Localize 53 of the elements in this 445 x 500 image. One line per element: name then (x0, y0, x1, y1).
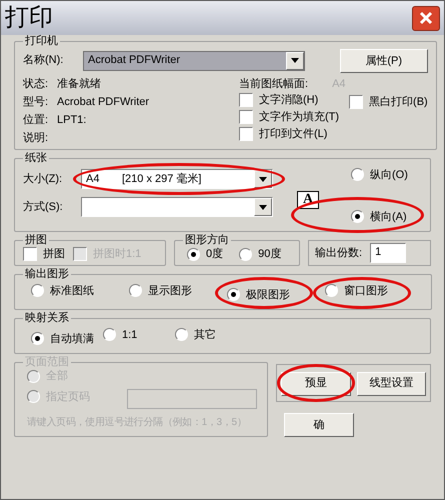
radio-button[interactable]: 其它 (175, 328, 216, 342)
radio-button[interactable]: 极限图形 (227, 288, 290, 302)
radio-button[interactable]: 自动填满 (31, 332, 94, 346)
paper-size-dropdown[interactable]: A4 [210 x 297 毫米] (81, 169, 273, 190)
window-title: 打印 (5, 6, 53, 30)
radio-button[interactable]: 90度 (239, 247, 282, 262)
checkbox[interactable]: 打印到文件(L) (239, 127, 340, 142)
caret-icon (259, 204, 267, 210)
group-title: 输出图形 (24, 268, 70, 282)
radio-button[interactable]: 显示图形 (129, 284, 192, 298)
caret-icon (291, 58, 299, 64)
dialog-button[interactable]: 确 (284, 412, 354, 437)
dialog-button[interactable]: 线型设置 (356, 372, 426, 396)
dropdown-value: Acrobat PDFWriter (88, 53, 180, 68)
radio-button[interactable]: 0度 (187, 247, 224, 262)
dropdown-button[interactable] (254, 198, 272, 216)
info-label: 状态: (23, 77, 50, 92)
dropdown-value: [210 x 297 毫米] (122, 172, 202, 187)
info-label: 说明: (23, 131, 50, 146)
group-title: 打印机 (24, 35, 59, 48)
info-value: LPT1: (57, 113, 86, 128)
checkbox[interactable]: 拼图 (23, 247, 65, 262)
radio-button[interactable]: 窗口图形 (325, 284, 388, 298)
checkbox[interactable]: 文字作为填充(T) (239, 110, 340, 124)
dialog-button[interactable]: 预显 (281, 372, 350, 396)
checkbox[interactable]: 文字消隐(H) (239, 93, 340, 108)
field-label: 名称(N): (23, 53, 64, 68)
dropdown-button[interactable] (286, 52, 304, 70)
group-title: 纸张 (24, 152, 48, 166)
caret-icon (259, 176, 267, 182)
group-title: 映射关系 (24, 312, 70, 326)
group-title: 拼图 (24, 234, 48, 248)
field-label: 方式(S): (23, 200, 64, 215)
copies-field[interactable]: 1 (370, 243, 406, 264)
close-button[interactable] (412, 6, 440, 30)
info-label: 当前图纸幅面: (239, 77, 308, 92)
info-label: 型号: (23, 95, 50, 110)
radio-button[interactable]: 横向(A) (351, 210, 407, 224)
radio-button[interactable]: 标准图纸 (31, 284, 94, 298)
radio-button[interactable]: 1:1 (103, 328, 138, 342)
checkbox[interactable]: 黑白打印(B) (349, 95, 428, 110)
dialog-button[interactable]: 属性(P) (340, 49, 428, 74)
field-label: 输出份数: (315, 246, 362, 261)
info-value: 准备就绪 (57, 77, 101, 92)
info-value: Acrobat PDFWriter (57, 95, 150, 110)
radio-button[interactable]: 纵向(O) (351, 168, 408, 182)
group-title: 图形方向 (184, 234, 230, 248)
field-label: 大小(Z): (23, 172, 64, 187)
close-icon (419, 11, 433, 25)
method-dropdown[interactable] (81, 197, 273, 218)
printer-dropdown[interactable]: Acrobat PDFWriter (83, 50, 305, 71)
dropdown-value: A4 (86, 172, 100, 187)
info-label: 位置: (23, 113, 50, 128)
